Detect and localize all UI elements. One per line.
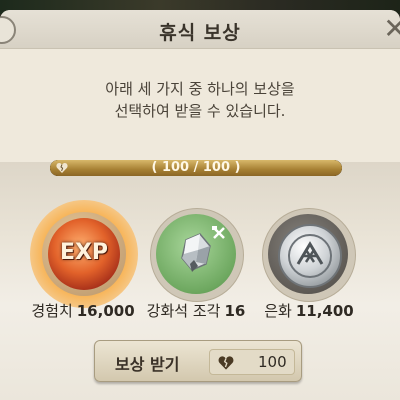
- reward-amount: 11,400: [295, 302, 354, 320]
- reward-option-exp[interactable]: EXP: [30, 200, 138, 308]
- reward-name: 은화: [264, 302, 292, 320]
- reward-amount: 16,000: [76, 302, 135, 320]
- description-line-1: 아래 세 가지 중 하나의 보상을: [105, 80, 295, 98]
- enhancement-stone-icon: [156, 214, 236, 294]
- claim-reward-button[interactable]: 보상 받기 100: [94, 340, 302, 382]
- claim-button-label: 보상 받기: [115, 355, 180, 374]
- close-icon[interactable]: ✕: [382, 14, 400, 44]
- dialog-description: 아래 세 가지 중 하나의 보상을 선택하여 받을 수 있습니다.: [0, 78, 400, 122]
- reward-name: 강화석 조각: [146, 302, 221, 320]
- rest-reward-dialog: 휴식 보상 ✕ 아래 세 가지 중 하나의 보상을 선택하여 받을 수 있습니다…: [0, 10, 400, 400]
- reward-option-silver[interactable]: [262, 208, 362, 308]
- reward-label-exp: 경험치 16,000: [18, 300, 148, 321]
- rest-gauge-text: ( 100 / 100 ): [151, 160, 241, 175]
- claim-cost-value: 100: [258, 353, 287, 371]
- dialog-header: 휴식 보상 ✕: [0, 10, 400, 49]
- heart-icon: [218, 352, 234, 372]
- reward-label-silver: 은화 11,400: [244, 300, 374, 321]
- reward-amount: 16: [224, 302, 246, 320]
- reward-option-enhancement-stone[interactable]: [150, 208, 250, 308]
- exp-icon-text: EXP: [59, 240, 109, 265]
- description-line-2: 선택하여 받을 수 있습니다.: [114, 102, 286, 120]
- reward-label-enhancement-stone: 강화석 조각 16: [131, 300, 261, 321]
- claim-cost: 100: [209, 349, 295, 375]
- dialog-title: 휴식 보상: [159, 22, 241, 44]
- reward-name: 경험치: [31, 302, 73, 320]
- silver-coin-icon: [278, 224, 342, 288]
- exp-orb-icon: EXP: [48, 218, 120, 290]
